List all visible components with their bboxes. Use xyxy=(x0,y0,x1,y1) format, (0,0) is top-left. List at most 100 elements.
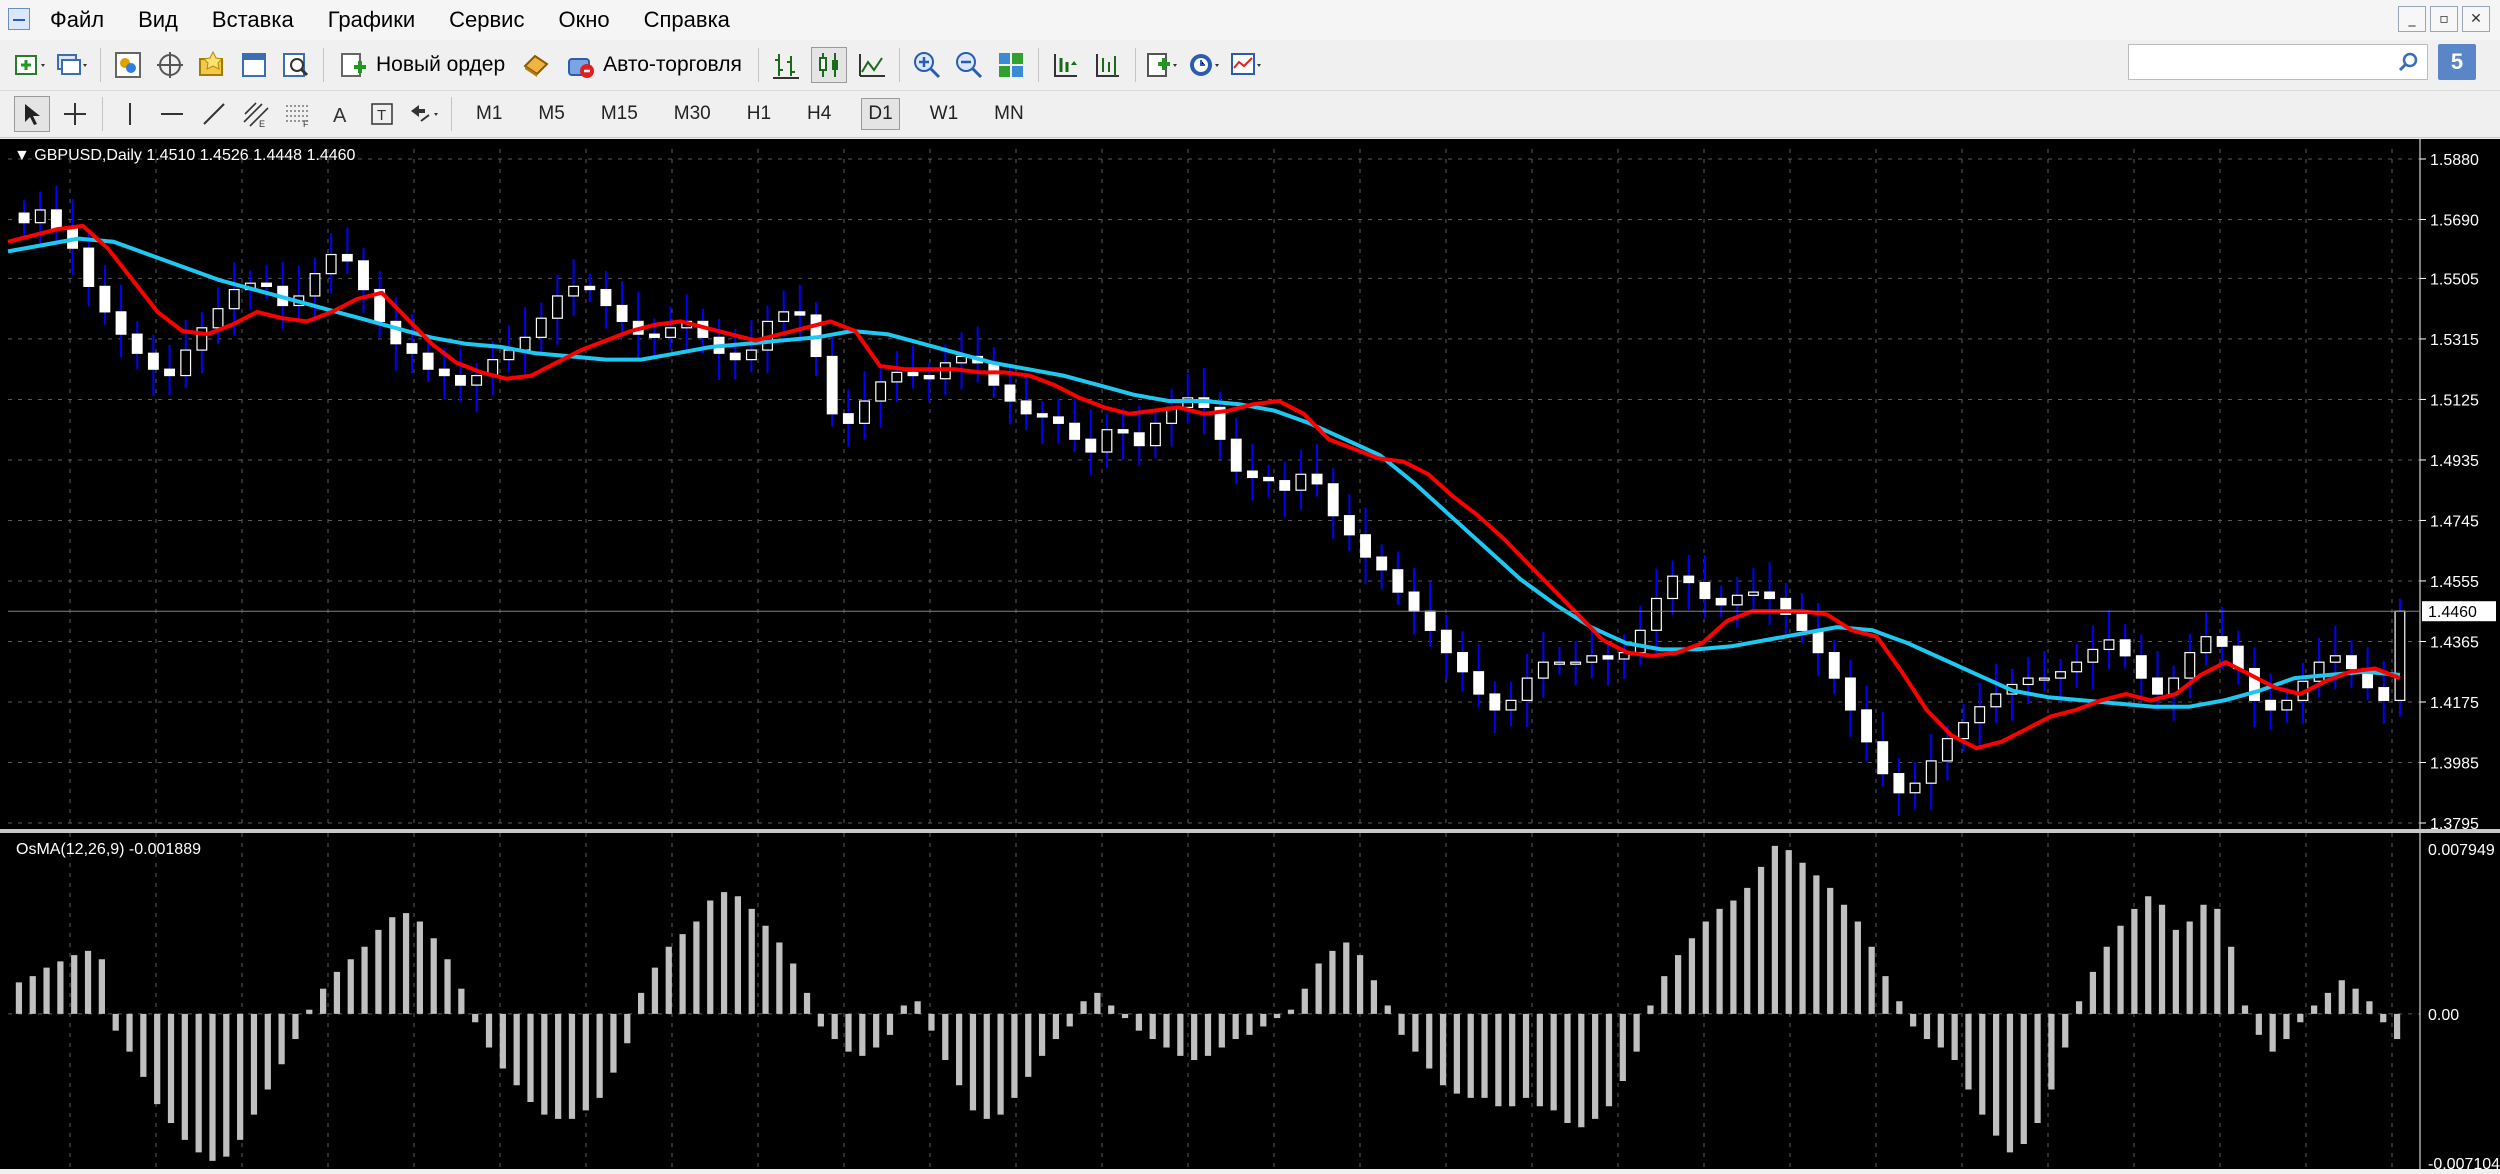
vertical-line-icon[interactable] xyxy=(113,97,147,131)
zoom-in-icon[interactable] xyxy=(910,48,944,82)
price-chart-svg[interactable]: 1.5880 1.5690 1.5505 1.5315 1.5125 1.4935 1.47… xyxy=(0,139,2500,833)
equidistant-channel-icon[interactable]: E xyxy=(239,97,273,131)
menu-items: Файл Вид Вставка Графики Сервис Окно Спр… xyxy=(50,0,764,40)
strategy-tester-icon[interactable] xyxy=(279,48,313,82)
toolbar-separator xyxy=(102,97,103,131)
timeframe-m15[interactable]: M15 xyxy=(595,99,644,129)
terminal-icon[interactable] xyxy=(237,48,271,82)
line-chart-icon[interactable] xyxy=(855,48,889,82)
auto-scroll-icon[interactable] xyxy=(1091,48,1125,82)
candle-bear xyxy=(1327,483,1339,517)
auto-trading-button[interactable]: Авто-торговля xyxy=(567,51,742,79)
crosshair-icon[interactable] xyxy=(58,97,92,131)
timeframe-m5[interactable]: M5 xyxy=(532,99,570,129)
market-watch-icon[interactable] xyxy=(111,48,145,82)
toolbar-separator xyxy=(757,48,759,82)
zoom-out-icon[interactable] xyxy=(952,48,986,82)
search-input[interactable] xyxy=(2128,44,2428,80)
metaeditor-icon[interactable] xyxy=(519,48,553,82)
candle-bull xyxy=(1586,655,1598,663)
menu-charts[interactable]: Графики xyxy=(328,7,415,33)
data-window-icon[interactable] xyxy=(153,48,187,82)
chart-window[interactable]: 1.5880 1.5690 1.5505 1.5315 1.5125 1.4935 1.47… xyxy=(0,139,2500,1173)
text-tool-icon[interactable]: A xyxy=(323,97,357,131)
search-icon[interactable] xyxy=(2397,51,2419,73)
candle-bear xyxy=(1424,610,1436,631)
menu-file[interactable]: Файл xyxy=(50,7,104,33)
timeframe-d1[interactable]: D1 xyxy=(861,98,900,130)
candlestick-chart-icon[interactable] xyxy=(810,47,847,83)
candle-bear xyxy=(261,282,272,287)
chart-collapse-icon[interactable]: ▼ xyxy=(14,147,30,164)
candle-bear xyxy=(1812,629,1824,654)
chart-header: ▼ GBPUSD,Daily 1.4510 1.4526 1.4448 1.44… xyxy=(14,147,355,165)
menu-help[interactable]: Справка xyxy=(644,7,730,33)
periods-icon[interactable] xyxy=(1188,48,1222,82)
candle-bull xyxy=(471,374,483,386)
menu-window[interactable]: Окно xyxy=(558,7,609,33)
navigator-icon[interactable] xyxy=(195,48,229,82)
timeframe-w1[interactable]: W1 xyxy=(924,99,965,129)
candle-bear xyxy=(455,374,466,386)
candle-bear xyxy=(1085,438,1097,453)
timeframe-m30[interactable]: M30 xyxy=(668,99,717,129)
menu-insert[interactable]: Вставка xyxy=(212,7,294,33)
chart-shift-icon[interactable] xyxy=(1049,48,1083,82)
new-chart-icon[interactable] xyxy=(14,48,48,82)
restore-button[interactable]: ▫ xyxy=(2430,6,2458,32)
price-tick-label: 1.5690 xyxy=(2430,213,2479,230)
text-label-icon[interactable]: T xyxy=(365,97,399,131)
candle-bear xyxy=(1360,534,1371,558)
timeframe-m1[interactable]: M1 xyxy=(470,99,508,129)
timeframe-h1[interactable]: H1 xyxy=(741,99,777,129)
candle-bear xyxy=(1004,384,1016,402)
minimize-button[interactable]: _ xyxy=(2398,6,2426,32)
candle-bull xyxy=(665,327,677,338)
ma-slow-line xyxy=(7,236,2401,709)
auto-trading-icon xyxy=(568,58,595,78)
indicators-icon[interactable] xyxy=(1146,48,1180,82)
new-order-button[interactable]: Новый ордер xyxy=(340,51,505,79)
price-tick-label: 1.4555 xyxy=(2430,574,2479,591)
cursor-icon[interactable] xyxy=(14,96,50,132)
candle-bull xyxy=(1925,760,1937,784)
candle-bear xyxy=(99,285,111,313)
candle-bear xyxy=(600,288,612,307)
timeframe-mn[interactable]: MN xyxy=(988,99,1030,129)
community-button[interactable]: 5 xyxy=(2438,44,2476,80)
candle-bear xyxy=(2119,639,2131,657)
tile-windows-icon[interactable] xyxy=(994,48,1028,82)
price-chart-pane[interactable]: 1.5880 1.5690 1.5505 1.5315 1.5125 1.4935 1.47… xyxy=(0,139,2500,833)
horizontal-line-icon[interactable] xyxy=(155,97,189,131)
candle-bull xyxy=(875,381,887,402)
osma-chart-svg[interactable]: 0.007949 0.00 -0.007104 xyxy=(0,833,2500,1173)
osma-title: OsMA(12,26,9) -0.001889 xyxy=(16,841,201,858)
candle-bear xyxy=(164,368,175,377)
osma-indicator-pane[interactable]: 0.007949 0.00 -0.007104 OsMA(12,26,9) -0.0… xyxy=(0,833,2500,1173)
candle-bull xyxy=(212,308,224,329)
candle-bull xyxy=(1101,429,1113,453)
candle-bear xyxy=(1392,569,1404,593)
templates-icon[interactable] xyxy=(1230,48,1264,82)
trendline-icon[interactable] xyxy=(197,97,231,131)
app-icon[interactable] xyxy=(8,8,30,30)
candle-bull xyxy=(568,285,580,297)
menu-tools[interactable]: Сервис xyxy=(449,7,524,33)
fibonacci-icon[interactable]: F xyxy=(281,97,315,131)
candle-bull xyxy=(519,336,531,351)
price-tick-label: 1.5880 xyxy=(2430,152,2479,169)
profiles-icon[interactable] xyxy=(56,48,90,82)
arrows-icon[interactable] xyxy=(407,97,441,131)
close-button[interactable]: ✕ xyxy=(2462,6,2490,32)
svg-text:A: A xyxy=(333,105,347,127)
candle-bull xyxy=(503,349,515,361)
candle-bear xyxy=(1440,629,1452,654)
auto-trading-label: Авто-торговля xyxy=(603,53,742,76)
bar-chart-icon[interactable] xyxy=(769,48,803,82)
toolbar-separator xyxy=(100,48,101,82)
menu-view[interactable]: Вид xyxy=(138,7,178,33)
candle-bear xyxy=(1279,480,1291,491)
candle-bull xyxy=(2394,610,2406,701)
timeframe-h4[interactable]: H4 xyxy=(801,99,837,129)
candle-bull xyxy=(2071,661,2083,673)
